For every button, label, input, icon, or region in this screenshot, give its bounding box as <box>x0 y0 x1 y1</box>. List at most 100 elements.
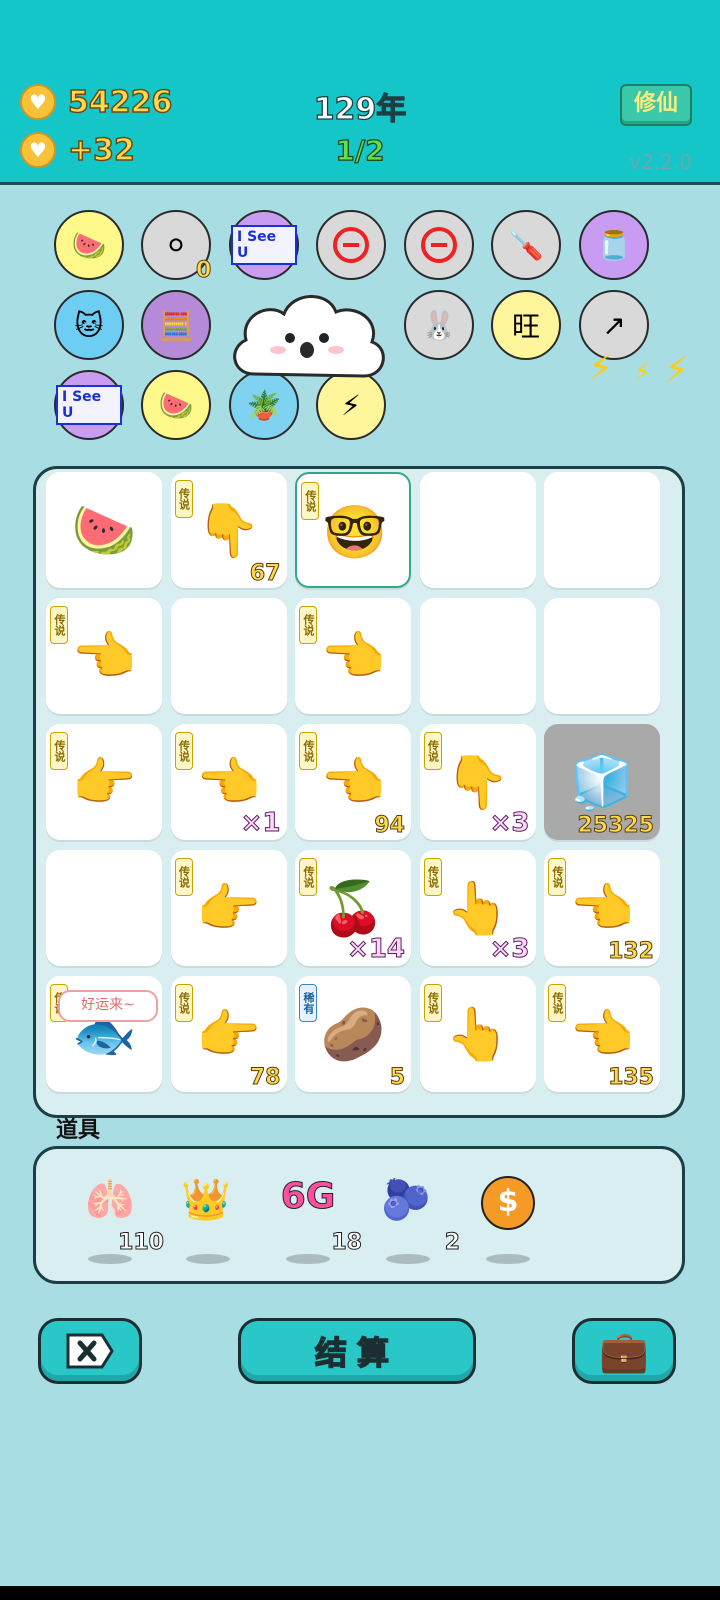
fruit-bowl-badge[interactable]: 🍉 <box>141 370 211 440</box>
speech-bubble: 好运来~ <box>58 990 158 1022</box>
lightning-icon: ⚡ <box>588 348 614 389</box>
board-tile[interactable]: 👉 传说 78 <box>170 976 287 1092</box>
board-tile[interactable] <box>46 850 162 966</box>
board-tile[interactable]: 👆 传说 ×3 <box>419 850 536 966</box>
rarity-tag: 传说 <box>423 732 442 770</box>
tool-coin[interactable]: $ <box>468 1176 548 1236</box>
board-tile[interactable]: 👇 传说 ×3 <box>419 724 536 840</box>
rarity-tag: 稀有 <box>299 984 317 1022</box>
dollar-coin-icon: $ <box>481 1176 535 1230</box>
board-tile[interactable]: 👈 传说 ×1 <box>170 724 287 840</box>
version-label: v2.2.0 <box>629 150 692 174</box>
blueberry-icon: 🫐 <box>381 1177 431 1223</box>
tool-shadow <box>88 1254 132 1264</box>
lightning-icon: ⚡ <box>634 358 651 386</box>
rarity-tag: 传说 <box>50 732 68 770</box>
board-tile[interactable]: 👈 传说 132 <box>544 850 660 966</box>
tile-count: 67 <box>249 561 281 587</box>
tile-count: ×3 <box>489 808 530 839</box>
board-tile[interactable]: 👉 传说 <box>170 850 287 966</box>
board-tile[interactable]: 👈 传说 135 <box>544 976 660 1092</box>
briefcase-button[interactable]: 💼 <box>572 1318 676 1384</box>
cloud-mascot <box>233 295 385 378</box>
rarity-tag: 传说 <box>423 858 442 896</box>
tool-count: 110 <box>118 1230 165 1256</box>
rarity-tag: 传说 <box>174 858 193 896</box>
briefcase-icon: 💼 <box>599 1328 649 1375</box>
tile-count: 135 <box>608 1065 655 1091</box>
progress-ratio: 1/2 <box>335 133 386 167</box>
tool-shadow <box>286 1254 330 1264</box>
minus-badge[interactable] <box>316 210 386 280</box>
rarity-tag: 传说 <box>548 858 566 896</box>
board-tile[interactable]: 👈 传说 <box>46 598 162 714</box>
board-tile[interactable]: 🍉 <box>46 472 162 588</box>
tile-count: 25325 <box>577 813 655 839</box>
rarity-tag: 传说 <box>174 480 193 518</box>
i-see-u-badge[interactable]: I See U <box>54 370 124 440</box>
rarity-tag: 传说 <box>299 858 317 896</box>
board-tile[interactable] <box>544 598 660 714</box>
close-icon <box>66 1333 114 1369</box>
i-see-u-badge[interactable]: I See U <box>229 210 299 280</box>
formula-badge[interactable]: 🧮 <box>141 290 211 360</box>
tools-label: 道具 <box>56 1118 101 1143</box>
board-tile[interactable] <box>419 598 536 714</box>
screwdriver-badge[interactable]: 🪛 <box>491 210 561 280</box>
close-button[interactable] <box>38 1318 142 1384</box>
board-tile[interactable]: 👉 传说 <box>46 724 162 840</box>
board-tile[interactable]: 🤓 传说 <box>295 472 411 588</box>
tool-liver[interactable]: 🫁 110 <box>70 1176 164 1256</box>
board-tile[interactable] <box>544 472 660 588</box>
board-tile[interactable] <box>170 598 287 714</box>
board-tile[interactable]: 👆 传说 <box>419 976 536 1092</box>
rarity-tag: 传说 <box>174 984 193 1022</box>
settle-button[interactable]: 结算 <box>238 1318 476 1384</box>
fruit-bowl-badge[interactable]: 🍉 <box>54 210 124 280</box>
rarity-tag: 传说 <box>50 606 68 644</box>
rarity-tag: 传说 <box>423 984 442 1022</box>
i-see-u-label: I See U <box>231 225 297 265</box>
year-label: 129年 <box>313 91 407 127</box>
jar-badge[interactable]: 🫙 <box>579 210 649 280</box>
rarity-tag: 传说 <box>299 606 317 644</box>
tool-shadow <box>386 1254 430 1264</box>
crown-icon: 👑 <box>181 1177 231 1223</box>
tile-count: ×14 <box>347 934 406 965</box>
rabbit-badge[interactable]: 🐰 <box>404 290 474 360</box>
rarity-tag: 传说 <box>299 732 317 770</box>
board-tile[interactable]: 🥔 稀有 5 <box>295 976 411 1092</box>
board-tile[interactable] <box>419 472 536 588</box>
system-nav-bar <box>0 1586 720 1600</box>
i-see-u-label: I See U <box>56 385 122 425</box>
board-tile[interactable]: 👈 传说 <box>295 598 411 714</box>
tool-crown[interactable]: 👑 <box>166 1176 246 1236</box>
board-tile[interactable]: 🍒 传说 ×14 <box>295 850 411 966</box>
board-tile[interactable]: 👈 传说 94 <box>295 724 411 840</box>
tool-count: 18 <box>331 1230 363 1256</box>
lightning-icon: ⚡ <box>664 350 690 391</box>
cultivate-button[interactable]: 修仙 <box>620 84 692 126</box>
cat-badge[interactable]: 🐱 <box>54 290 124 360</box>
liver-icon: 🫁 <box>85 1177 135 1223</box>
tool-count: 2 <box>444 1230 460 1256</box>
rarity-tag: 传说 <box>301 482 319 520</box>
tile-count: 132 <box>608 939 655 965</box>
minus-badge[interactable] <box>404 210 474 280</box>
tool-6g[interactable]: 6G 18 <box>268 1176 362 1256</box>
rarity-tag: 传说 <box>548 984 566 1022</box>
tool-blueberry[interactable]: 🫐 2 <box>366 1176 460 1256</box>
watermelon-icon: 🍉 <box>71 500 137 561</box>
tile-count: 5 <box>389 1065 405 1091</box>
board-tile[interactable]: 👇 传说 67 <box>170 472 287 588</box>
tile-count: ×1 <box>240 808 281 839</box>
egg-tray-count: 0 <box>195 258 212 284</box>
tool-shadow <box>186 1254 230 1264</box>
tool-shadow <box>486 1254 530 1264</box>
rarity-tag: 传说 <box>174 732 193 770</box>
tile-count: ×3 <box>489 934 530 965</box>
wang-badge[interactable]: 旺 <box>491 290 561 360</box>
top-bar: ♥ 54226 ♥ +32 129年 1/2 修仙 v2.2.0 <box>0 0 720 185</box>
settle-label: 结算 <box>314 1333 399 1373</box>
board-tile[interactable]: 🧊 25325 <box>544 724 660 840</box>
